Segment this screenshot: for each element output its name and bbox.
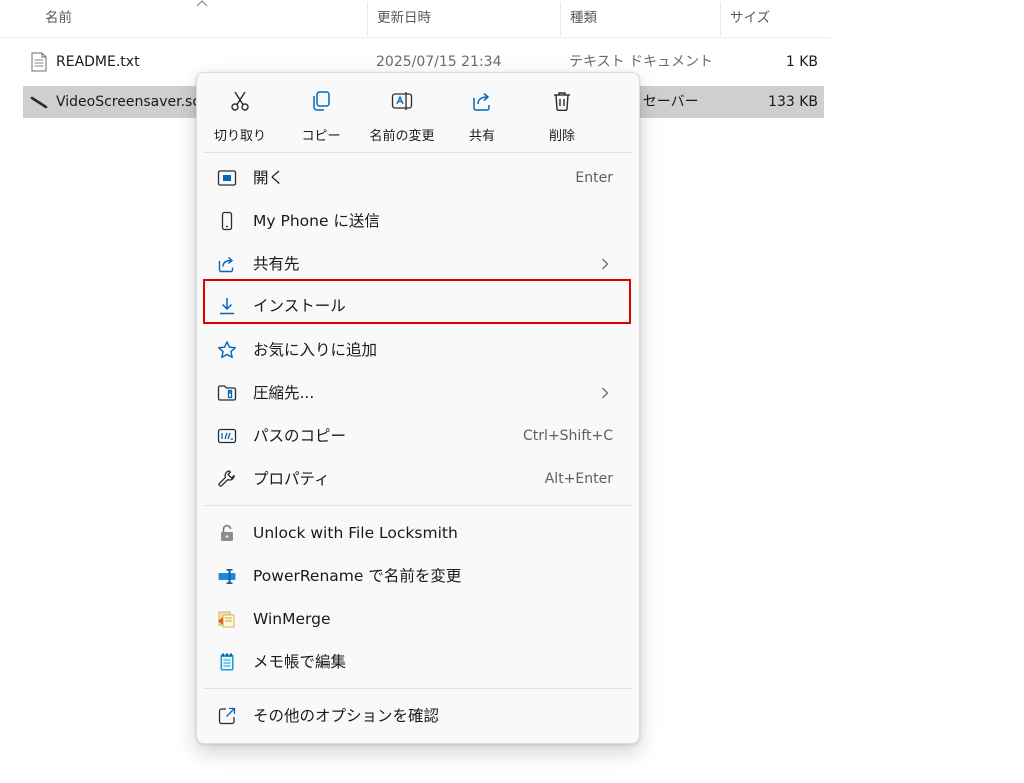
menu-item-label: Unlock with File Locksmith (253, 524, 458, 542)
chevron-right-icon (602, 387, 609, 399)
winmerge-icon (218, 611, 235, 628)
menu-item-label: プロパティ (253, 470, 330, 488)
share-icon (473, 92, 490, 111)
chevron-right-icon (602, 258, 609, 270)
notepad-icon (220, 653, 234, 671)
copy-button[interactable]: コピー (286, 81, 356, 147)
menu-item-label: お気に入りに追加 (253, 341, 378, 359)
menu-item-install[interactable]: インストール (203, 287, 633, 325)
menu-item-label: 圧縮先... (253, 384, 315, 402)
column-header-modified[interactable]: 更新日時 (368, 0, 558, 37)
menu-item-label: PowerRename で名前を変更 (253, 567, 462, 585)
file-size: 1 KB (785, 54, 818, 70)
copy-path-icon (217, 428, 237, 444)
powerrename-icon (218, 569, 236, 584)
menu-item-winmerge[interactable]: WinMerge (203, 600, 633, 638)
zip-folder-icon (217, 385, 237, 401)
menu-item-share-with[interactable]: 共有先 (203, 245, 633, 283)
column-header-size[interactable]: サイズ (721, 0, 829, 37)
screensaver-file-icon (30, 96, 48, 109)
delete-label: 削除 (548, 129, 575, 144)
trash-icon (554, 92, 570, 111)
share-icon (218, 256, 234, 273)
menu-item-shortcut: Alt+Enter (544, 471, 613, 487)
menu-item-more-options[interactable]: その他のオプションを確認 (203, 697, 633, 735)
rename-icon (391, 92, 413, 110)
wrench-icon (218, 470, 235, 487)
cut-button[interactable]: 切り取り (205, 81, 275, 147)
scissors-icon (231, 91, 249, 111)
share-button[interactable]: 共有 (447, 81, 517, 147)
menu-item-open[interactable]: 開く Enter (203, 159, 633, 197)
file-name: VideoScreensaver.scr (56, 94, 196, 110)
menu-item-powerrename[interactable]: PowerRename で名前を変更 (203, 557, 633, 595)
menu-item-copy-path[interactable]: パスのコピー Ctrl+Shift+C (203, 417, 633, 455)
menu-item-locksmith[interactable]: Unlock with File Locksmith (203, 514, 633, 552)
menu-item-send-to-phone[interactable]: My Phone に送信 (203, 202, 633, 240)
menu-item-properties[interactable]: プロパティ Alt+Enter (203, 460, 633, 498)
phone-icon (221, 211, 233, 231)
column-header-type[interactable]: 種類 (561, 0, 719, 37)
lock-icon (221, 524, 233, 541)
share-label: 共有 (468, 129, 495, 144)
file-size: 133 KB (768, 94, 818, 110)
copy-icon (313, 91, 330, 111)
menu-divider (203, 505, 633, 506)
rename-button[interactable]: 名前の変更 (367, 81, 437, 147)
menu-divider (203, 688, 633, 689)
column-header-row: 名前 更新日時 種類 サイズ (0, 0, 830, 38)
menu-item-compress-to[interactable]: 圧縮先... (203, 374, 633, 412)
menu-item-add-favorites[interactable]: お気に入りに追加 (203, 331, 633, 369)
star-icon (218, 341, 236, 359)
column-header-name[interactable]: 名前 (36, 0, 366, 37)
menu-divider (203, 152, 633, 153)
menu-item-shortcut: Ctrl+Shift+C (523, 428, 613, 444)
text-file-icon (31, 52, 47, 72)
menu-item-label: その他のオプションを確認 (253, 707, 440, 725)
menu-item-label: 共有先 (253, 255, 300, 273)
menu-item-label: 開く (253, 169, 285, 187)
menu-item-label: WinMerge (253, 610, 331, 628)
cut-label: 切り取り (213, 129, 266, 144)
context-menu: 切り取り コピー 名前の変更 共有 削除 開く Enter My Phone に… (196, 72, 640, 744)
menu-item-shortcut: Enter (575, 170, 613, 186)
open-window-icon (217, 170, 237, 186)
rename-label: 名前の変更 (369, 129, 435, 144)
menu-item-notepad-edit[interactable]: メモ帳で編集 (203, 643, 633, 681)
menu-item-label: インストール (253, 297, 346, 315)
menu-item-label: My Phone に送信 (253, 212, 380, 230)
menu-item-label: メモ帳で編集 (253, 653, 347, 671)
download-icon (220, 298, 234, 315)
external-link-icon (218, 707, 236, 725)
copy-label: コピー (301, 129, 341, 144)
menu-item-label: パスのコピー (253, 427, 347, 445)
delete-button[interactable]: 削除 (527, 81, 597, 147)
